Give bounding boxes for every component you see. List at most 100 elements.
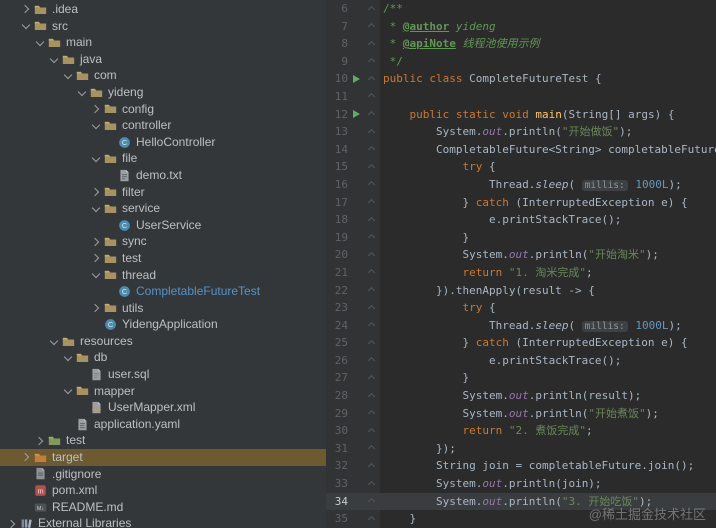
code-text[interactable]: } (380, 229, 469, 247)
code-line-35[interactable]: 35 } (326, 510, 716, 528)
code-text[interactable]: public static void main(String[] args) { (380, 106, 674, 124)
expand-chevron-icon[interactable] (90, 186, 102, 198)
code-line-30[interactable]: 30 return "2. 煮饭完成"; (326, 422, 716, 440)
fold-marker-icon[interactable] (364, 510, 380, 528)
tree-item-usermapper-xml[interactable]: </>UserMapper.xml (0, 399, 326, 416)
fold-marker-icon[interactable] (364, 387, 380, 405)
fold-marker-icon[interactable] (364, 70, 380, 88)
fold-marker-icon[interactable] (364, 0, 380, 18)
tree-item-controller[interactable]: controller (0, 117, 326, 134)
code-line-14[interactable]: 14 CompletableFuture<String> completable… (326, 141, 716, 159)
tree-item-userservice[interactable]: CUserService (0, 217, 326, 234)
code-line-26[interactable]: 26 e.printStackTrace(); (326, 352, 716, 370)
fold-marker-icon[interactable] (364, 229, 380, 247)
expand-chevron-icon[interactable] (6, 518, 18, 528)
tree-item-file[interactable]: file (0, 150, 326, 167)
code-line-27[interactable]: 27 } (326, 369, 716, 387)
tree-item-config[interactable]: config (0, 101, 326, 118)
tree-item--idea[interactable]: .idea (0, 1, 326, 18)
fold-marker-icon[interactable] (364, 246, 380, 264)
run-button-icon[interactable] (348, 106, 364, 124)
code-text[interactable]: } catch (InterruptedException e) { (380, 194, 688, 212)
fold-marker-icon[interactable] (364, 475, 380, 493)
fold-marker-icon[interactable] (364, 211, 380, 229)
fold-marker-icon[interactable] (364, 53, 380, 71)
expand-chevron-icon[interactable] (34, 435, 46, 447)
code-text[interactable]: e.printStackTrace(); (380, 211, 621, 229)
code-text[interactable]: CompletableFuture<String> completableFut… (380, 141, 716, 159)
collapse-chevron-icon[interactable] (62, 352, 74, 364)
fold-marker-icon[interactable] (364, 440, 380, 458)
code-text[interactable]: System.out.println(join); (380, 475, 602, 493)
code-line-32[interactable]: 32 String join = completableFuture.join(… (326, 457, 716, 475)
code-text[interactable]: System.out.println("开始做饭"); (380, 123, 632, 141)
fold-marker-icon[interactable] (364, 176, 380, 194)
code-text[interactable]: * @apiNote 线程池使用示例 (380, 35, 539, 53)
fold-marker-icon[interactable] (364, 352, 380, 370)
code-text[interactable]: } (380, 369, 469, 387)
tree-item-completablefuturetest[interactable]: CCompletableFutureTest (0, 283, 326, 300)
code-line-15[interactable]: 15 try { (326, 158, 716, 176)
code-line-29[interactable]: 29 System.out.println("开始煮饭"); (326, 405, 716, 423)
fold-marker-icon[interactable] (364, 493, 380, 511)
code-line-17[interactable]: 17 } catch (InterruptedException e) { (326, 194, 716, 212)
code-line-23[interactable]: 23 try { (326, 299, 716, 317)
code-line-8[interactable]: 8 * @apiNote 线程池使用示例 (326, 35, 716, 53)
code-line-11[interactable]: 11 (326, 88, 716, 106)
fold-marker-icon[interactable] (364, 141, 380, 159)
code-line-24[interactable]: 24 Thread.sleep( millis: 1000L); (326, 317, 716, 335)
fold-marker-icon[interactable] (364, 369, 380, 387)
code-text[interactable]: System.out.println("开始淘米"); (380, 246, 659, 264)
collapse-chevron-icon[interactable] (34, 36, 46, 48)
code-text[interactable]: public class CompleteFutureTest { (380, 70, 602, 88)
tree-item-main[interactable]: main (0, 34, 326, 51)
code-line-22[interactable]: 22 }).thenApply(result -> { (326, 282, 716, 300)
tree-item-thread[interactable]: thread (0, 267, 326, 284)
collapse-chevron-icon[interactable] (48, 335, 60, 347)
collapse-chevron-icon[interactable] (76, 86, 88, 98)
fold-marker-icon[interactable] (364, 18, 380, 36)
expand-chevron-icon[interactable] (20, 451, 32, 463)
code-text[interactable]: System.out.println(result); (380, 387, 641, 405)
code-line-16[interactable]: 16 Thread.sleep( millis: 1000L); (326, 176, 716, 194)
collapse-chevron-icon[interactable] (90, 153, 102, 165)
code-text[interactable]: System.out.println("开始煮饭"); (380, 405, 659, 423)
collapse-chevron-icon[interactable] (90, 269, 102, 281)
collapse-chevron-icon[interactable] (62, 385, 74, 397)
collapse-chevron-icon[interactable] (20, 20, 32, 32)
expand-chevron-icon[interactable] (90, 302, 102, 314)
code-line-34[interactable]: 34 System.out.println("3. 开始吃饭"); (326, 493, 716, 511)
fold-marker-icon[interactable] (364, 35, 380, 53)
tree-item-db[interactable]: db (0, 349, 326, 366)
code-text[interactable]: Thread.sleep( millis: 1000L); (380, 317, 682, 335)
code-line-7[interactable]: 7 * @author yideng (326, 18, 716, 36)
tree-item--gitignore[interactable]: .gitignore (0, 466, 326, 483)
tree-item-filter[interactable]: filter (0, 184, 326, 201)
tree-item-test[interactable]: test (0, 250, 326, 267)
code-line-33[interactable]: 33 System.out.println(join); (326, 475, 716, 493)
code-line-28[interactable]: 28 System.out.println(result); (326, 387, 716, 405)
fold-marker-icon[interactable] (364, 88, 380, 106)
code-text[interactable]: */ (380, 53, 403, 71)
code-editor[interactable]: 6/**7 * @author yideng8 * @apiNote 线程池使用… (326, 0, 716, 528)
expand-chevron-icon[interactable] (20, 3, 32, 15)
code-line-13[interactable]: 13 System.out.println("开始做饭"); (326, 123, 716, 141)
code-text[interactable]: String join = completableFuture.join(); (380, 457, 694, 475)
tree-item-java[interactable]: java (0, 51, 326, 68)
tree-item-utils[interactable]: utils (0, 300, 326, 317)
fold-marker-icon[interactable] (364, 123, 380, 141)
tree-item-user-sql[interactable]: user.sql (0, 366, 326, 383)
tree-item-application-yaml[interactable]: application.yaml (0, 416, 326, 433)
fold-marker-icon[interactable] (364, 334, 380, 352)
code-text[interactable]: Thread.sleep( millis: 1000L); (380, 176, 682, 194)
tree-item-com[interactable]: com (0, 67, 326, 84)
code-line-25[interactable]: 25 } catch (InterruptedException e) { (326, 334, 716, 352)
code-text[interactable]: try { (380, 299, 496, 317)
tree-item-yideng[interactable]: yideng (0, 84, 326, 101)
expand-chevron-icon[interactable] (90, 252, 102, 264)
code-text[interactable]: return "2. 煮饭完成"; (380, 422, 593, 440)
code-line-20[interactable]: 20 System.out.println("开始淘米"); (326, 246, 716, 264)
code-line-12[interactable]: 12 public static void main(String[] args… (326, 106, 716, 124)
tree-item-external-libraries[interactable]: External Libraries (0, 515, 326, 528)
fold-marker-icon[interactable] (364, 422, 380, 440)
